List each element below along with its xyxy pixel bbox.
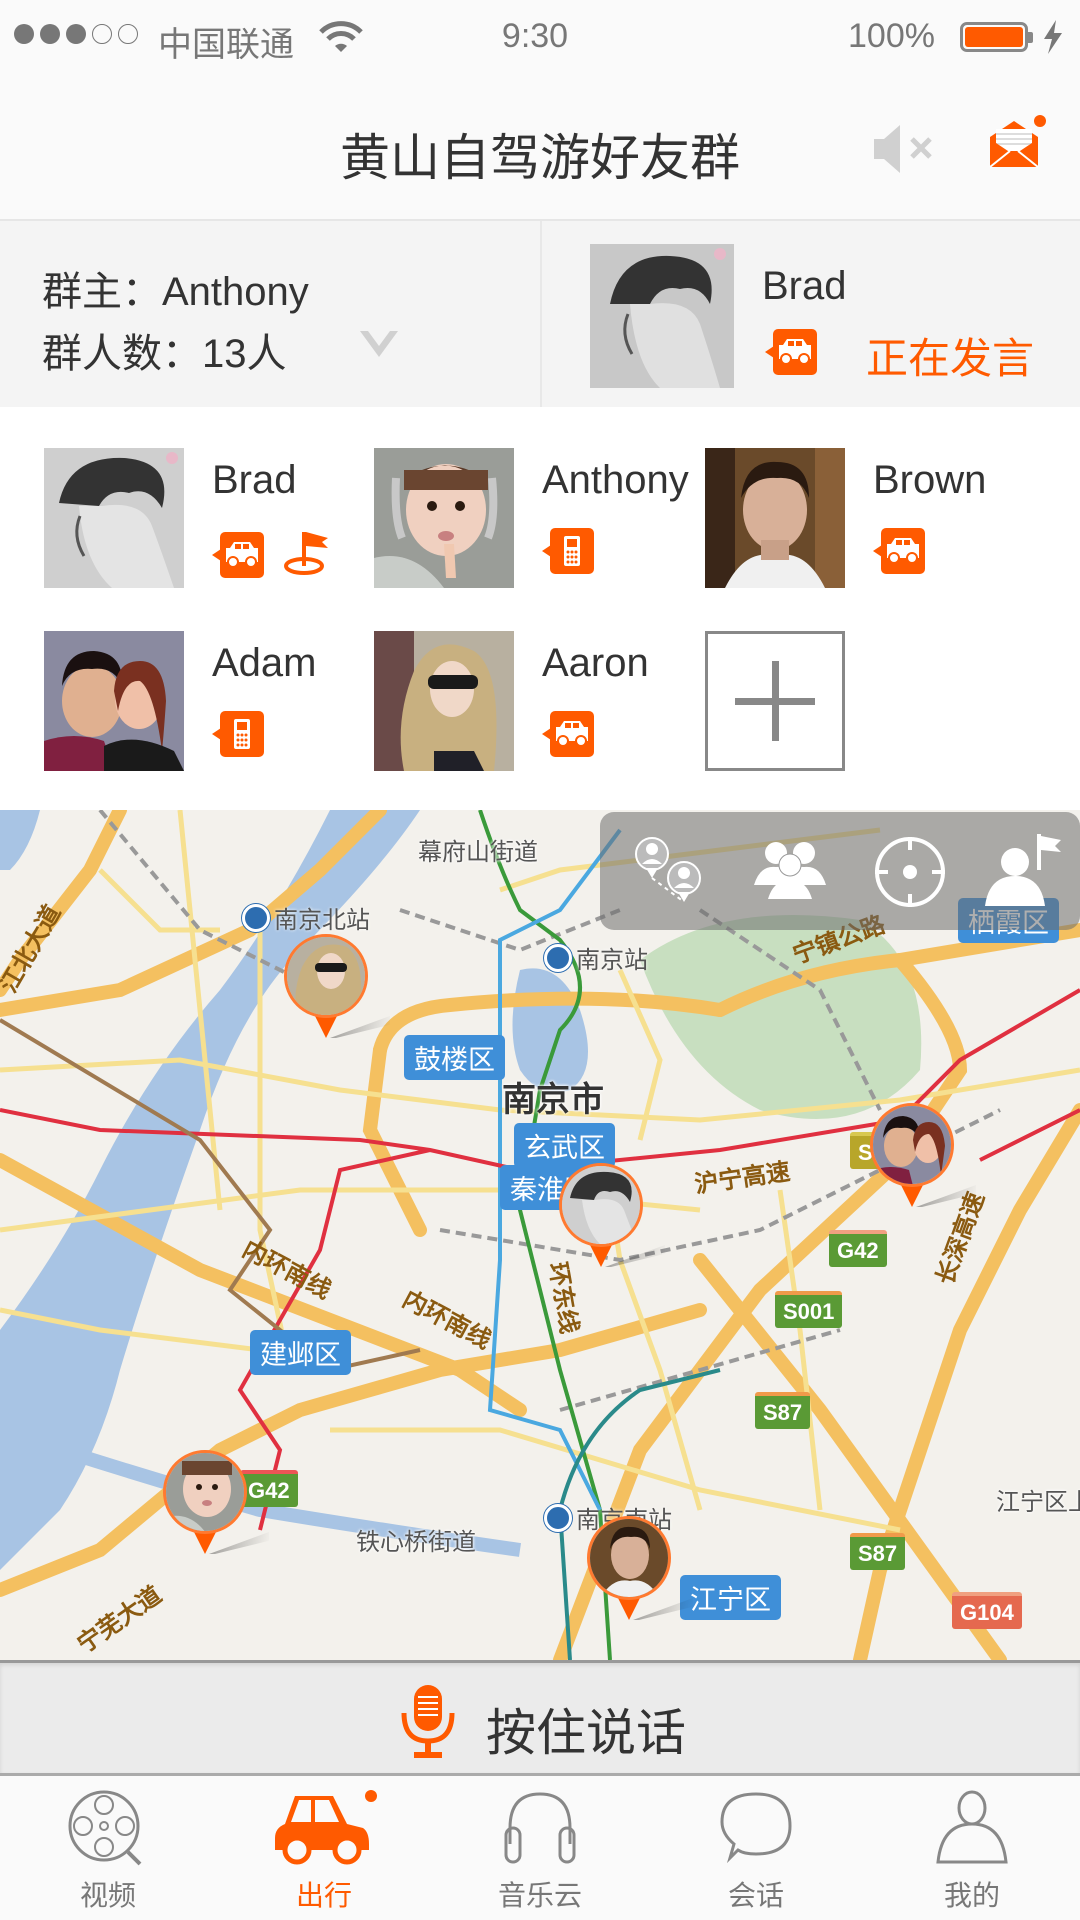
- microphone-icon: [398, 1683, 458, 1764]
- hold-to-talk-label: 按住说话: [486, 1705, 686, 1761]
- avatar: [374, 448, 514, 588]
- avatar: [44, 448, 184, 588]
- group-info-bar: 群主：Anthony 群人数：13人 Brad 正在发言: [0, 221, 1080, 407]
- highway-shield: G42: [240, 1470, 298, 1507]
- divider: [540, 221, 542, 407]
- member-item[interactable]: Brad: [44, 448, 374, 588]
- car-icon: [216, 1788, 432, 1868]
- group-owner: 群主：Anthony: [42, 270, 309, 314]
- map-district-label: 鼓楼区: [404, 1035, 505, 1080]
- add-member-button[interactable]: [705, 631, 845, 771]
- status-bar: 中国联通 9:30 100%: [0, 0, 1080, 75]
- member-item[interactable]: Aaron: [374, 631, 704, 771]
- car-badge-icon: [765, 329, 817, 375]
- member-item[interactable]: Brown: [705, 448, 1035, 588]
- tab-music-cloud[interactable]: 音乐云: [432, 1776, 648, 1920]
- nav-header: 黄山自驾游好友群: [0, 75, 1080, 221]
- mail-icon[interactable]: [986, 115, 1046, 174]
- tab-label: 视频: [79, 1880, 136, 1911]
- member-name: Anthony: [542, 458, 689, 502]
- avatar: [374, 631, 514, 771]
- train-station-icon: [544, 1503, 572, 1532]
- member-name: Aaron: [542, 641, 649, 685]
- train-station-icon: [544, 943, 572, 972]
- member-item[interactable]: Anthony: [374, 448, 704, 588]
- map-station: 南京北站: [242, 900, 370, 935]
- tab-video[interactable]: 视频: [0, 1776, 216, 1920]
- tab-travel[interactable]: 出行: [216, 1776, 432, 1920]
- phone-badge-icon: [212, 711, 264, 757]
- mute-icon[interactable]: [872, 123, 938, 180]
- member-location-pin[interactable]: [559, 1163, 665, 1273]
- map-city-label: 南京市: [502, 1081, 604, 1119]
- tab-chat[interactable]: 会话: [648, 1776, 864, 1920]
- headphones-icon: [432, 1788, 648, 1868]
- map-base: [0, 810, 1080, 1660]
- member-name: Brad: [212, 458, 297, 502]
- car-badge-icon: [873, 528, 925, 574]
- map-station: 南京站: [544, 940, 648, 975]
- map-label: 江宁区上: [996, 1489, 1080, 1516]
- battery-percentage: 100%: [848, 17, 935, 55]
- charging-icon: [1042, 20, 1064, 63]
- tab-bar: 视频 出行 音乐云 会话 我的: [0, 1776, 1080, 1920]
- map-label: 幕府山街道: [418, 839, 538, 866]
- member-distance-icon[interactable]: [625, 830, 715, 914]
- locate-icon[interactable]: [865, 830, 955, 914]
- destination-flag-icon: [284, 528, 330, 581]
- map-toolbar: [600, 812, 1080, 930]
- tab-label: 我的: [943, 1880, 1000, 1911]
- car-badge-icon: [212, 531, 264, 578]
- map-district-label: 玄武区: [514, 1123, 615, 1168]
- member-location-pin[interactable]: [870, 1103, 976, 1213]
- highway-shield: G104: [952, 1592, 1022, 1629]
- member-item[interactable]: Adam: [44, 631, 374, 771]
- car-badge-icon: [542, 711, 594, 757]
- map-district-label: 江宁区: [680, 1575, 781, 1620]
- film-reel-icon: [0, 1788, 216, 1868]
- highway-shield: S87: [850, 1533, 906, 1570]
- set-destination-icon[interactable]: [980, 830, 1070, 914]
- chat-bubble-icon: [648, 1788, 864, 1868]
- group-member-count: 群人数：13人: [42, 332, 287, 376]
- tab-me[interactable]: 我的: [864, 1776, 1080, 1920]
- tab-label: 会话: [727, 1880, 784, 1911]
- map-district-label: 建邺区: [250, 1330, 351, 1375]
- person-icon: [864, 1788, 1080, 1868]
- highway-shield: G42: [829, 1230, 887, 1267]
- member-grid: Brad Anthony Brown Adam Aaron: [0, 407, 1080, 810]
- tab-label: 出行: [295, 1880, 352, 1911]
- member-location-pin[interactable]: [163, 1450, 269, 1560]
- member-name: Adam: [212, 641, 317, 685]
- member-location-pin[interactable]: [587, 1516, 693, 1626]
- group-members-icon[interactable]: [745, 830, 835, 914]
- current-speaker-avatar[interactable]: [590, 244, 734, 388]
- phone-badge-icon: [542, 528, 594, 574]
- map-view[interactable]: 幕府山街道 南京北站 南京站 鼓楼区 南京市 玄武区 秦淮区 建邺区 江宁区 栖…: [0, 810, 1080, 1660]
- speaking-status: 正在发言: [866, 335, 1035, 382]
- avatar: [44, 631, 184, 771]
- avatar: [705, 448, 845, 588]
- member-name: Brown: [873, 458, 987, 502]
- highway-shield: S001: [775, 1291, 843, 1328]
- train-station-icon: [242, 903, 270, 932]
- map-label: 铁心桥街道: [356, 1529, 476, 1556]
- member-location-pin[interactable]: [284, 934, 390, 1044]
- hold-to-talk-button[interactable]: 按住说话: [0, 1660, 1080, 1776]
- current-speaker-name: Brad: [762, 264, 847, 308]
- battery-icon: [960, 22, 1033, 52]
- chevron-down-icon[interactable]: [360, 331, 398, 362]
- tab-label: 音乐云: [497, 1880, 582, 1911]
- highway-shield: S87: [755, 1392, 811, 1429]
